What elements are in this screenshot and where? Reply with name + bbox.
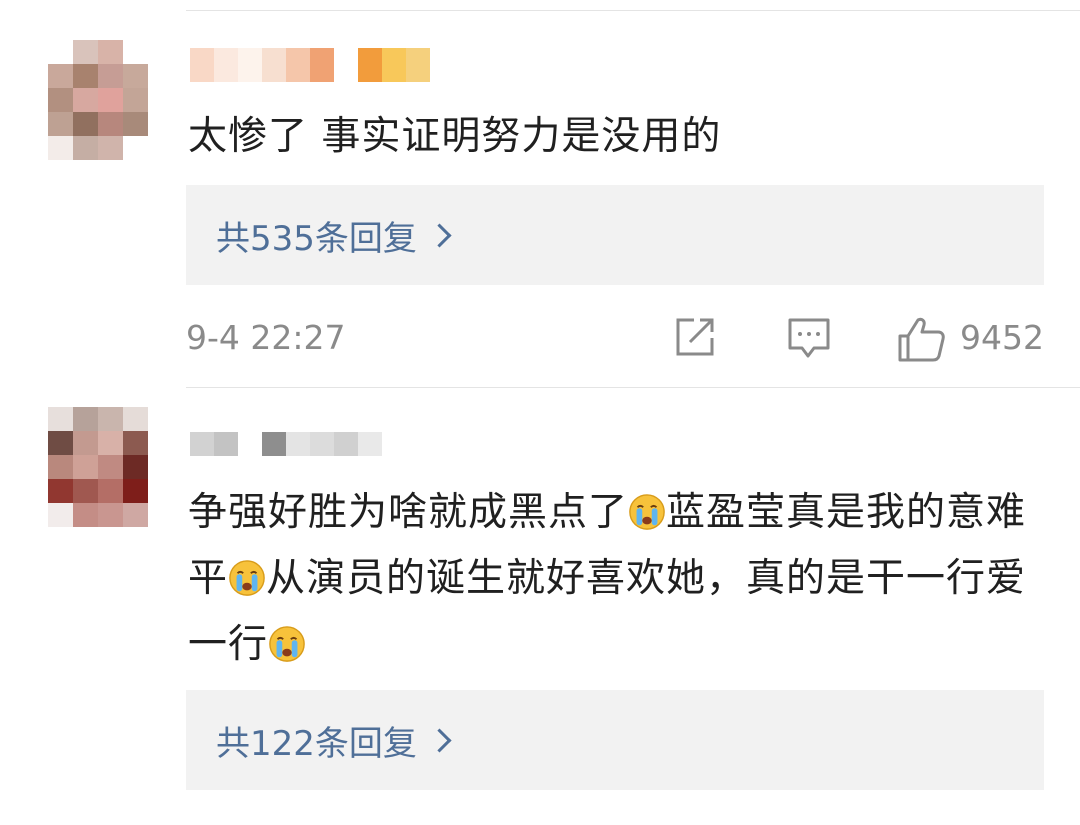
timestamp: 9-4 22:27 (186, 318, 346, 357)
comment-divider (186, 387, 1080, 388)
top-divider (186, 10, 1080, 11)
comment-text: 太惨了 事实证明努力是没用的 (188, 114, 722, 159)
username-redacted[interactable] (190, 432, 382, 456)
thumbs-up-icon[interactable] (896, 314, 946, 364)
avatar[interactable] (48, 407, 148, 527)
like-count: 9452 (960, 318, 1044, 357)
chevron-right-icon (427, 727, 452, 753)
comment-icon[interactable] (786, 314, 832, 360)
chevron-right-icon (427, 222, 452, 248)
crying-face-icon (229, 560, 265, 596)
comment-text-part: 争强好胜为啥就成黑点了 (188, 490, 629, 535)
crying-face-icon (269, 626, 305, 662)
share-icon[interactable] (672, 314, 718, 360)
avatar[interactable] (48, 40, 148, 160)
comment-meta: 9-4 22:27 9452 (186, 310, 1044, 370)
comment-text: 争强好胜为啥就成黑点了 蓝盈莹真是我的意难平 从演员的诞生就好喜欢她，真的是干一行爱… (188, 480, 1048, 678)
replies-link[interactable]: 共122条回复 (186, 690, 1044, 790)
replies-link[interactable]: 共535条回复 (186, 185, 1044, 285)
replies-label: 共122条回复 (216, 723, 417, 764)
crying-face-icon (629, 494, 665, 530)
replies-label: 共535条回复 (216, 218, 417, 259)
username-redacted[interactable] (190, 48, 430, 82)
comment-text-part: 从演员的诞生就好喜欢她，真的是干一行爱一行 (188, 556, 1027, 667)
